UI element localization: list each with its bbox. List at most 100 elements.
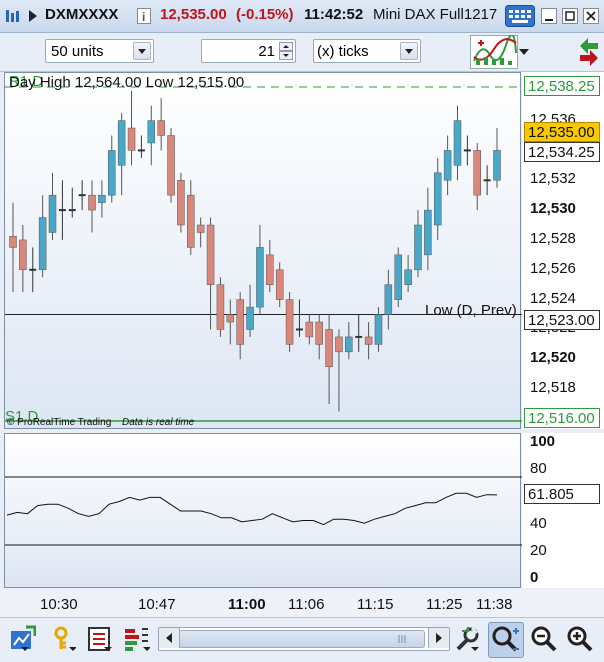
day-high-low: Day High 12,564.00 Low 12,515.00 — [9, 74, 245, 91]
tools-wrench-icon[interactable] — [452, 625, 480, 653]
orders-list-icon[interactable] — [86, 625, 114, 653]
time-tick-label: 10:47 — [138, 596, 176, 613]
sync-arrows-icon[interactable] — [578, 36, 600, 68]
indicator-panel[interactable] — [4, 433, 522, 589]
chevron-down-icon[interactable] — [518, 47, 530, 57]
expand-arrow-icon[interactable] — [28, 9, 38, 23]
r1-price-box: 12,538.25 — [524, 76, 600, 96]
candle-body — [364, 336, 373, 345]
spinner-icon[interactable] — [279, 42, 293, 60]
scroll-right-button[interactable] — [428, 628, 449, 648]
indicator-axis[interactable] — [522, 433, 604, 588]
price-tick-label: 12,532 — [530, 170, 576, 188]
info-icon[interactable]: i — [137, 8, 151, 24]
chevron-down-icon[interactable] — [400, 42, 418, 60]
candle-body — [384, 284, 393, 315]
zoom-auto-button[interactable] — [488, 622, 524, 658]
add-chart-icon[interactable] — [8, 625, 36, 653]
low-prev-price-box: 12,523.00 — [524, 310, 600, 330]
candle-body — [305, 321, 314, 338]
candle-body — [177, 180, 185, 226]
candle-body — [88, 194, 96, 211]
candle-body — [206, 224, 215, 285]
candle-body — [433, 172, 442, 226]
candle-body — [414, 224, 422, 271]
candle-body — [196, 224, 205, 233]
maximize-icon[interactable] — [562, 8, 578, 24]
price-chart[interactable] — [4, 72, 522, 430]
price-tick-label: 12,530 — [530, 200, 576, 218]
bottom-toolbar — [0, 617, 604, 660]
candle-body — [246, 306, 254, 330]
candle-body — [256, 247, 264, 308]
indicators-icon[interactable] — [470, 35, 518, 69]
candle-body — [275, 269, 284, 300]
candle-body — [38, 217, 47, 271]
ticks-input[interactable]: 21 — [201, 39, 296, 63]
time-tick-label: 11:00 — [228, 596, 266, 613]
symbol-label[interactable]: DXMXXXX — [45, 6, 118, 23]
candle-body — [19, 239, 27, 271]
low-prev-label: Low (D, Prev) — [425, 302, 517, 319]
keyboard-icon[interactable] — [505, 5, 535, 27]
alert-bell-icon[interactable] — [48, 625, 76, 653]
indicator-value-box: 61.805 — [524, 484, 600, 504]
candle-body — [167, 135, 175, 196]
price-tick-label: 12,518 — [530, 379, 576, 397]
candle-body — [147, 120, 156, 144]
units-value: 50 units — [51, 43, 104, 60]
last-price-box: 12,535.00 — [524, 122, 600, 142]
zoom-out-icon[interactable] — [530, 625, 558, 653]
candle-body — [108, 150, 116, 196]
price-tick-label: 12,520 — [530, 349, 576, 367]
chevron-down-icon[interactable] — [133, 42, 151, 60]
candle-body — [394, 254, 402, 300]
candle-body — [335, 336, 343, 353]
price-tick-label: 12,526 — [530, 259, 576, 277]
candle-body — [345, 336, 353, 353]
candle-body — [404, 269, 412, 285]
scroll-left-button[interactable] — [159, 628, 180, 648]
time-tick-label: 11:15 — [357, 596, 394, 613]
candle-body — [226, 314, 235, 323]
indicator-plot[interactable] — [5, 434, 522, 589]
candle-body — [48, 194, 57, 233]
minimize-icon[interactable] — [541, 8, 557, 24]
candle-body — [424, 209, 432, 256]
candle-body — [473, 150, 481, 196]
candle-body — [443, 150, 452, 181]
candle-body — [493, 150, 501, 181]
zoom-in-icon[interactable] — [566, 625, 594, 653]
indicator-tick-label: 80 — [530, 460, 547, 478]
chart-list-icon[interactable] — [5, 9, 21, 23]
time-tick-label: 11:38 — [476, 596, 513, 613]
scroll-thumb[interactable] — [179, 630, 425, 648]
candlestick-plot[interactable] — [5, 73, 522, 430]
chart-toolbar: 50 units 21 (x) ticks — [0, 33, 604, 72]
time-tick-label: 11:25 — [426, 596, 463, 613]
indicator-line — [6, 492, 498, 526]
close-icon[interactable] — [583, 8, 599, 24]
candle-body — [157, 120, 165, 136]
instrument-name: Mini DAX Full1217 — [373, 6, 498, 23]
indicator-tick-label: 40 — [530, 514, 547, 532]
ticks-value: 21 — [258, 43, 275, 60]
candle-body — [187, 194, 195, 248]
market-depth-icon[interactable] — [122, 625, 150, 653]
candle-body — [117, 120, 126, 166]
indicator-tick-label: 20 — [530, 541, 547, 559]
realtime-notice: Data is real time — [122, 417, 195, 428]
candle-body — [374, 314, 383, 345]
watermark: © ProRealTime Trading — [7, 417, 112, 428]
indicator-tick-label: 100 — [530, 433, 556, 450]
candle-body — [9, 235, 17, 248]
last-price: 12,535.00 — [160, 6, 227, 23]
time-tick-label: 10:30 — [40, 596, 78, 613]
horizontal-scrollbar[interactable] — [158, 627, 450, 651]
candle-body — [216, 284, 225, 330]
ticks-mode-value: (x) ticks — [317, 43, 369, 60]
units-select[interactable]: 50 units — [45, 39, 154, 63]
price-tick-label: 12,528 — [530, 229, 576, 247]
bid-price-box: 12,534.25 — [524, 142, 600, 162]
ticks-mode-select[interactable]: (x) ticks — [313, 39, 421, 63]
